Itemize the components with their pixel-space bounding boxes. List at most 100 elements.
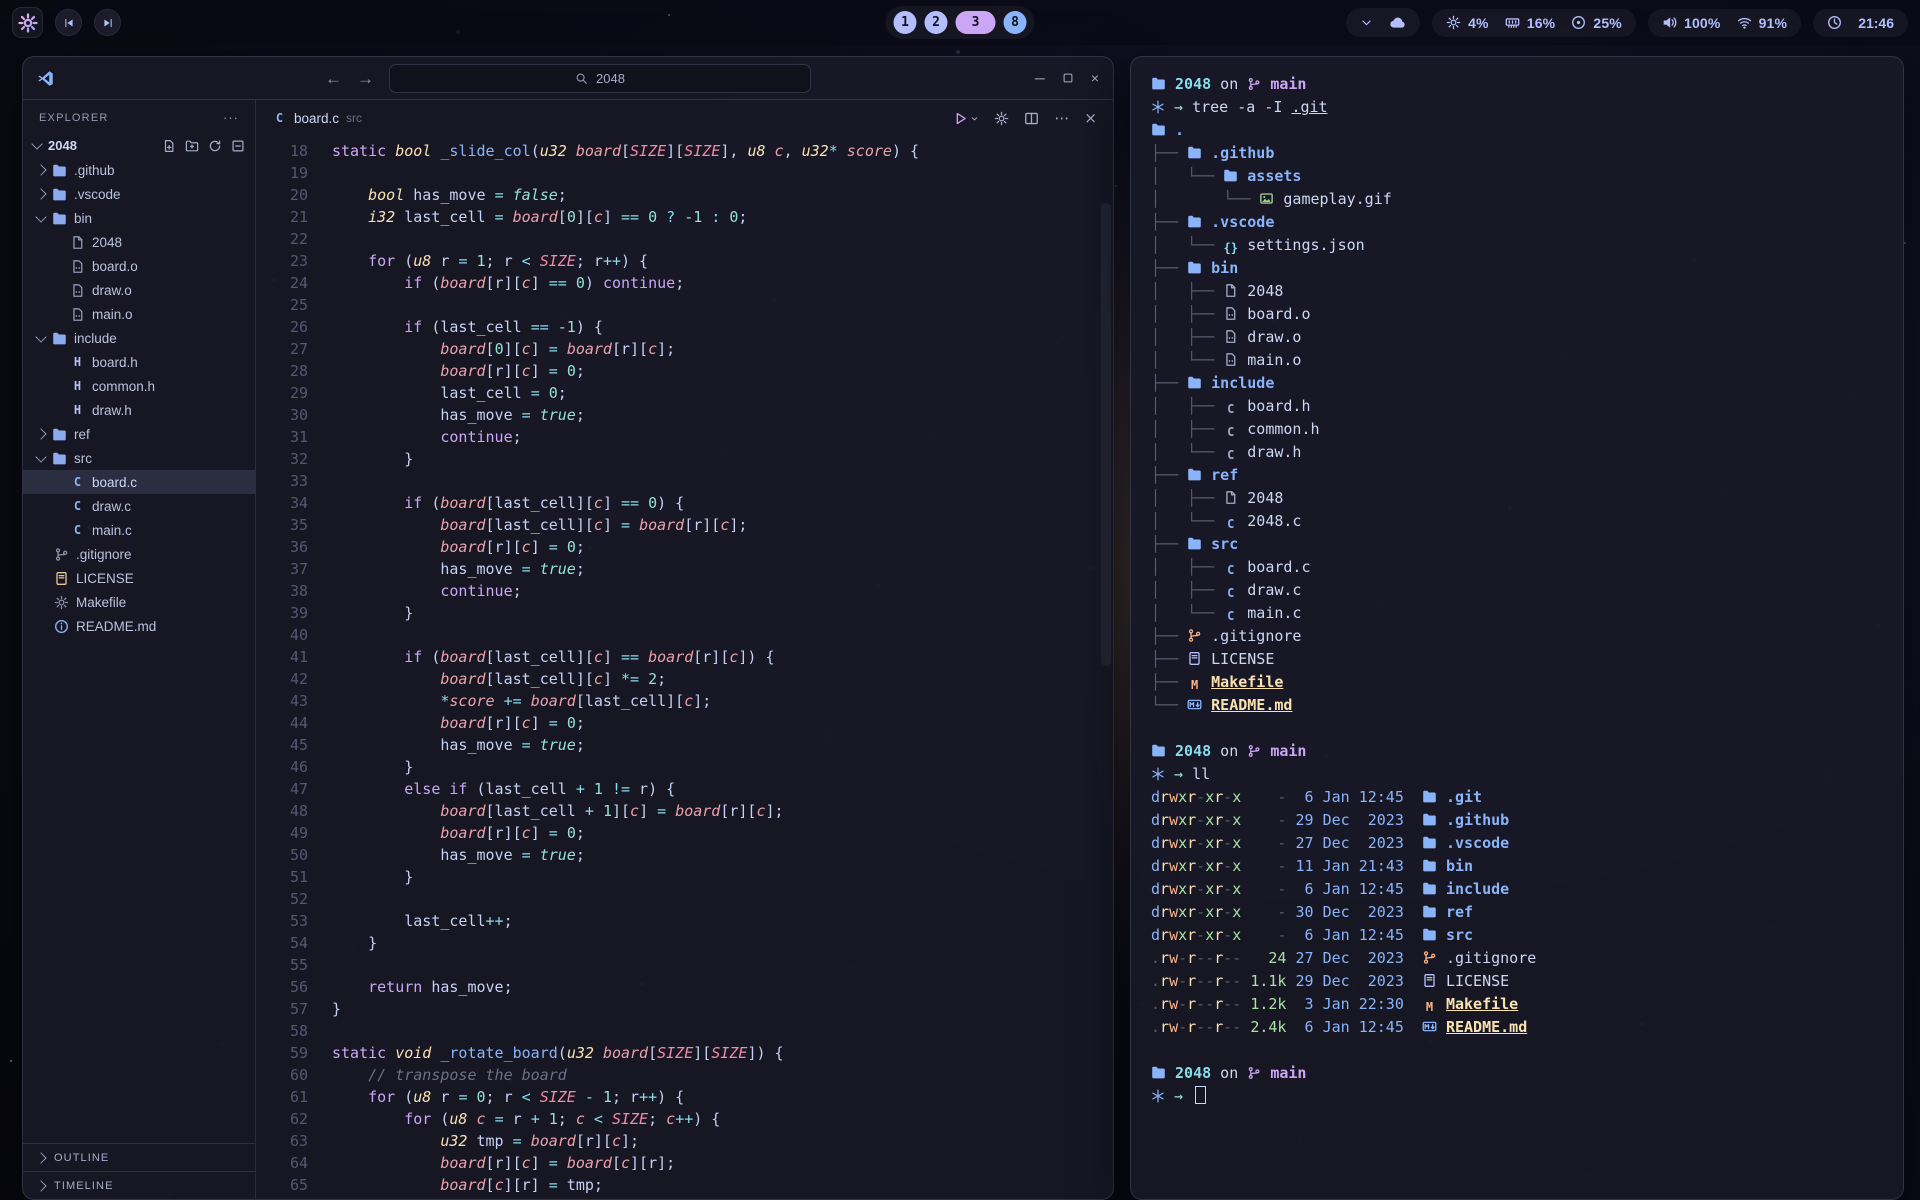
explorer-item-Makefile[interactable]: Makefile (23, 590, 255, 614)
modified-date: 27 Dec 2023 (1296, 949, 1422, 967)
code-line-59: 59static void _rotate_board(u32 board[SI… (256, 1042, 1113, 1064)
run-file-button[interactable] (953, 111, 979, 126)
snowflake-icon (1151, 1089, 1165, 1103)
prompt-arrow: → (1174, 765, 1192, 783)
split-editor-button[interactable] (1024, 111, 1039, 126)
collapse-folders-button[interactable] (231, 139, 245, 153)
explorer-item-bin[interactable]: bin (23, 206, 255, 230)
vscode-logo-icon (37, 70, 54, 87)
file-label: bin (74, 211, 92, 226)
command-center-search[interactable]: 2048 (389, 64, 811, 93)
ls-row-README.md: .rw-r--r-- 2.4k 6 Jan 12:45 README.md (1151, 1016, 1883, 1039)
clock-module[interactable]: 21:46 (1813, 9, 1908, 37)
explorer-item-.gitignore[interactable]: .gitignore (23, 542, 255, 566)
sidebar-panel-outline[interactable]: OUTLINE (23, 1143, 255, 1171)
explorer-more-actions-icon[interactable]: ··· (223, 110, 239, 125)
explorer-item-board.o[interactable]: board.o (23, 254, 255, 278)
disk-usage-value: 25% (1593, 15, 1622, 31)
memory-usage[interactable]: 16% (1505, 15, 1556, 31)
explorer-item-draw.h[interactable]: Hdraw.h (23, 398, 255, 422)
explorer-root-folder[interactable]: 2048 (23, 133, 255, 158)
code-line-33: 33 (256, 470, 1113, 492)
explorer-item-board.c[interactable]: Cboard.c (23, 470, 255, 494)
explorer-item-main.o[interactable]: main.o (23, 302, 255, 326)
disk-usage[interactable]: 25% (1571, 15, 1622, 31)
line-content: board[last_cell][c] = board[r][c]; (332, 514, 747, 536)
explorer-item-draw.c[interactable]: Cdraw.c (23, 494, 255, 518)
ls-row-.git: drwxr-xr-x - 6 Jan 12:45 .git (1151, 786, 1883, 809)
explorer-item-include[interactable]: include (23, 326, 255, 350)
new-folder-button[interactable] (185, 139, 199, 153)
explorer-item-.github[interactable]: .github (23, 158, 255, 182)
terminal-window[interactable]: 2048 on main → tree -a -I .git .├── .git… (1130, 56, 1904, 1200)
cpu-usage[interactable]: 4% (1446, 15, 1489, 31)
close-button[interactable]: × (1091, 70, 1099, 86)
media-previous-button[interactable] (55, 9, 82, 36)
close-editor-button[interactable]: × (1084, 109, 1097, 127)
maximize-button[interactable] (1062, 72, 1074, 84)
explorer-item-ref[interactable]: ref (23, 422, 255, 446)
minimize-button[interactable]: ─ (1035, 70, 1045, 86)
explorer-item-main.c[interactable]: Cmain.c (23, 518, 255, 542)
explorer-item-common.h[interactable]: Hcommon.h (23, 374, 255, 398)
code-line-35: 35 board[last_cell][c] = board[r][c]; (256, 514, 1113, 536)
folder-icon (52, 331, 67, 346)
nav-back-button[interactable]: ← (325, 70, 342, 87)
line-content: board[r][c] = 0; (332, 360, 585, 382)
new-file-button[interactable] (162, 139, 176, 153)
editor-scrollbar[interactable] (1101, 140, 1111, 1193)
more-actions-button[interactable]: ⋯ (1054, 109, 1069, 127)
settings-gear-button[interactable] (994, 111, 1009, 126)
file-icon (70, 235, 85, 250)
tray-pill (1346, 8, 1420, 37)
book-icon (54, 571, 69, 586)
modified-date: 29 Dec 2023 (1296, 972, 1422, 990)
line-content: board[0][c] = board[r][c]; (332, 338, 675, 360)
workspace-3-active[interactable]: 3 (956, 11, 996, 34)
workspace-2[interactable]: 2 (925, 11, 948, 34)
permissions: drwxr-xr-x (1151, 857, 1241, 875)
git-branch-icon (1247, 1066, 1261, 1080)
explorer-item-LICENSE[interactable]: LICENSE (23, 566, 255, 590)
tab-board-c[interactable]: C board.c src (272, 111, 362, 126)
line-number: 44 (256, 712, 332, 734)
workspace-8[interactable]: 8 (1004, 11, 1027, 34)
code-line-50: 50 has_move = true; (256, 844, 1113, 866)
workspace-1[interactable]: 1 (894, 11, 917, 34)
code-line-49: 49 board[r][c] = 0; (256, 822, 1113, 844)
scrollbar-thumb[interactable] (1101, 203, 1111, 666)
cloud-tray-icon[interactable] (1389, 14, 1406, 31)
volume-level[interactable]: 100% (1662, 15, 1721, 31)
entry-name: include (1211, 374, 1274, 392)
editor-body: EXPLORER ··· 2048 .github.vscodebin2048b… (23, 100, 1113, 1199)
explorer-item-.vscode[interactable]: .vscode (23, 182, 255, 206)
tree-row-Makefile: ├── M Makefile (1151, 671, 1883, 694)
explorer-item-draw.o[interactable]: draw.o (23, 278, 255, 302)
launcher-gear-icon[interactable] (12, 7, 43, 38)
explorer-item-README.md[interactable]: README.md (23, 614, 255, 638)
sidebar-panel-timeline[interactable]: TIMELINE (23, 1171, 255, 1199)
chevron-right-icon (35, 164, 46, 175)
explorer-item-2048[interactable]: 2048 (23, 230, 255, 254)
terminal-content[interactable]: 2048 on main → tree -a -I .git .├── .git… (1131, 57, 1903, 1199)
line-content: for (u8 c = r + 1; c < SIZE; c++) { (332, 1108, 720, 1130)
editor-pane[interactable]: C board.c src ⋯ × 18static bool _slide_co… (256, 100, 1113, 1199)
line-content (332, 954, 341, 976)
line-number: 34 (256, 492, 332, 514)
wifi-icon (1737, 15, 1752, 30)
tray-expander-caret-icon[interactable] (1360, 16, 1373, 29)
window-controls: ─ × (1035, 70, 1099, 86)
line-content (332, 228, 341, 250)
nav-forward-button[interactable]: → (357, 70, 374, 87)
editor-titlebar[interactable]: ← → 2048 ─ × (23, 57, 1113, 100)
code-editor[interactable]: 18static bool _slide_col(u32 board[SIZE]… (256, 136, 1113, 1199)
panel-label: TIMELINE (54, 1180, 114, 1192)
explorer-item-board.h[interactable]: Hboard.h (23, 350, 255, 374)
explorer-item-src[interactable]: src (23, 446, 255, 470)
wifi-strength[interactable]: 91% (1737, 15, 1788, 31)
refresh-explorer-button[interactable] (208, 139, 222, 153)
chevron-right-icon (35, 428, 46, 439)
prompt-on: on (1211, 742, 1247, 760)
clock-time: 21:46 (1858, 15, 1894, 31)
media-next-button[interactable] (94, 9, 121, 36)
